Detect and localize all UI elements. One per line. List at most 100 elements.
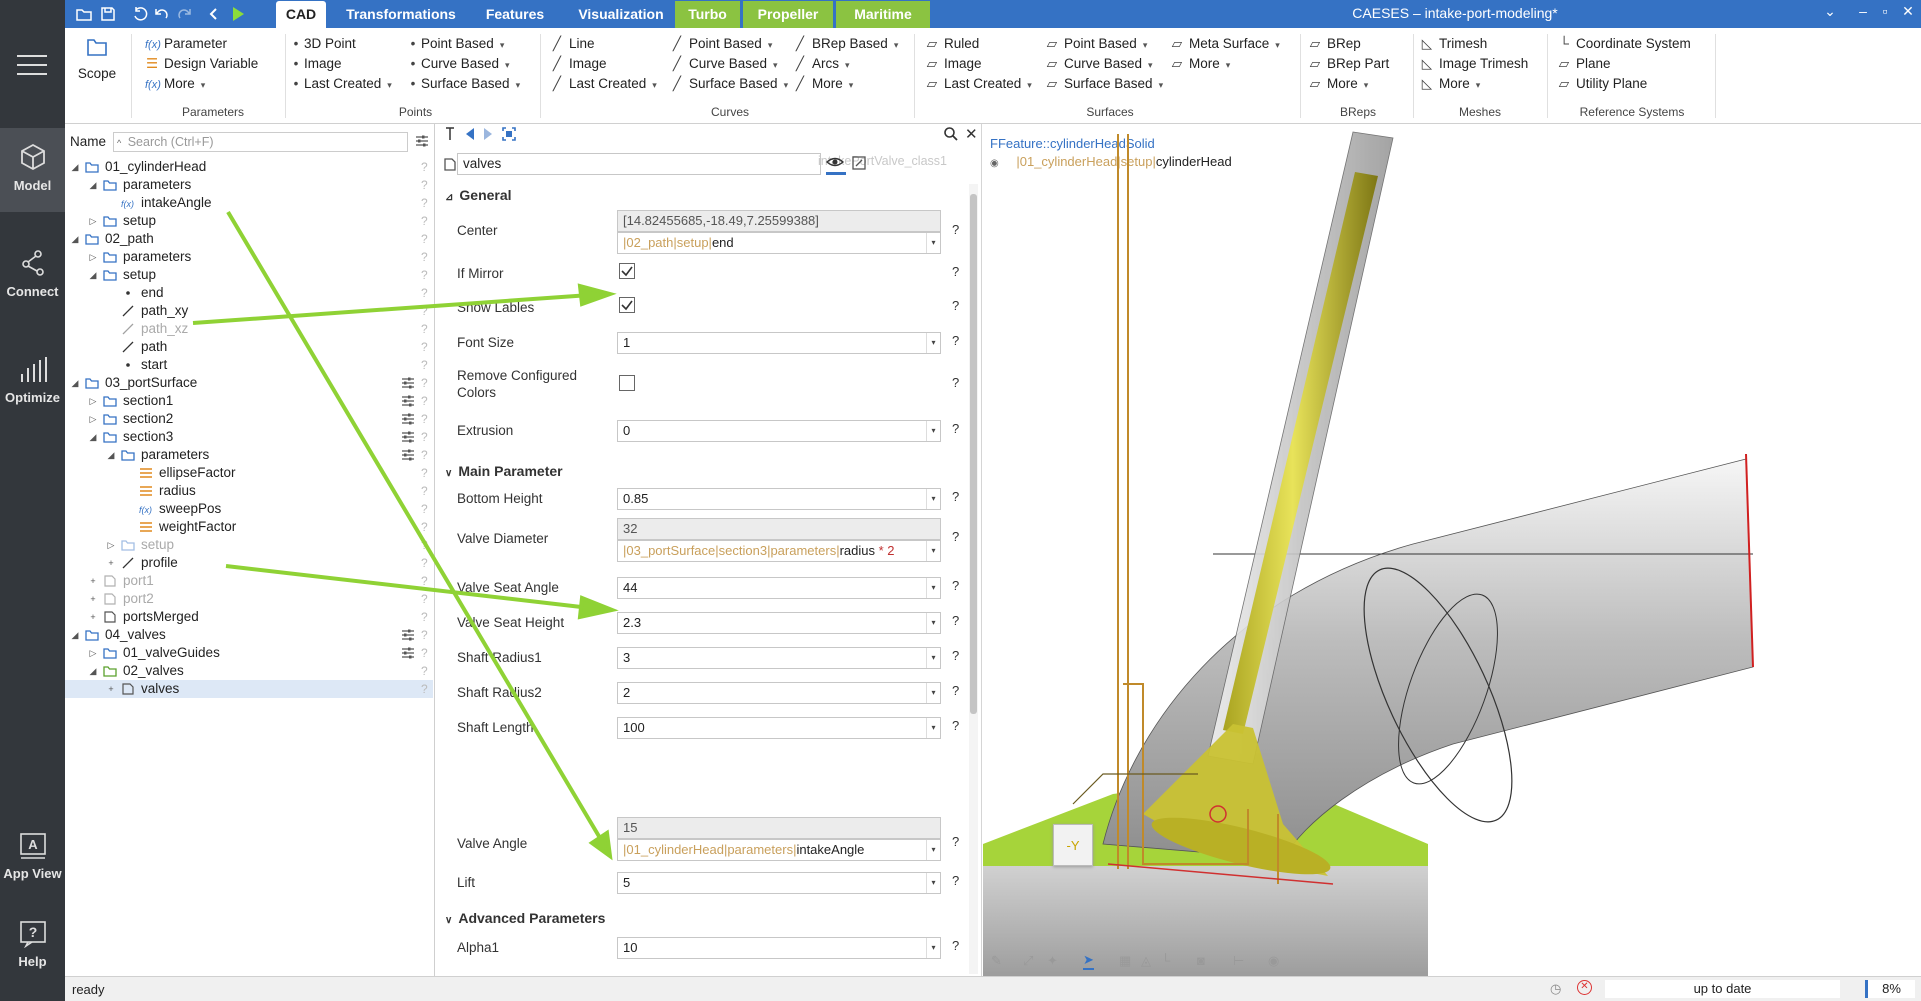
help-icon[interactable]: ?: [421, 536, 428, 554]
ribbon-point-curve-based[interactable]: • Curve Based ▾: [410, 53, 510, 75]
sliders-icon[interactable]: [401, 394, 415, 408]
help-icon[interactable]: ?: [421, 446, 428, 464]
nav-forward-icon[interactable]: [481, 126, 495, 142]
expand-arrow-icon[interactable]: ▷: [87, 644, 99, 662]
expand-plus-icon[interactable]: +: [87, 572, 99, 590]
help-icon[interactable]: ?: [421, 158, 428, 176]
ribbon-brep-based[interactable]: ╱ BRep Based ▾: [793, 33, 898, 55]
tree-row-01-cylinderhead[interactable]: ◢ 01_cylinderHead?: [65, 158, 433, 176]
tree-row-valves[interactable]: + valves?: [65, 680, 433, 698]
section-main-parameter[interactable]: ∨ Main Parameter: [445, 463, 563, 479]
grid-icon[interactable]: ▦: [1119, 953, 1131, 969]
save-icon[interactable]: [99, 5, 117, 23]
lift-field[interactable]: 5 ▾: [617, 872, 941, 894]
expand-arrow-icon[interactable]: ▷: [87, 410, 99, 428]
ribbon-surfaces-more[interactable]: ▱ More ▾: [1170, 53, 1231, 75]
ribbon-surface-curve-based[interactable]: ▱ Curve Based ▾: [1045, 53, 1153, 75]
collapse-arrow-icon[interactable]: ◢: [87, 428, 99, 446]
back-arrow-icon[interactable]: [205, 5, 223, 23]
visibility-eye-icon[interactable]: ◉: [1268, 953, 1279, 969]
ribbon-curve-curve-based[interactable]: ╱ Curve Based ▾: [670, 53, 778, 75]
maximize-icon[interactable]: ▫: [1874, 3, 1896, 23]
tree-search-input[interactable]: ^ Search (Ctrl+F): [113, 132, 408, 152]
tree-row-ellipsefactor[interactable]: ellipseFactor?: [65, 464, 433, 482]
history-icon[interactable]: ◷: [1550, 981, 1561, 997]
ribbon-point-surface-based[interactable]: • Surface Based ▾: [410, 73, 520, 95]
tree-row-sweeppos[interactable]: f(x) sweepPos?: [65, 500, 433, 518]
sliders-icon[interactable]: [401, 412, 415, 426]
help-icon[interactable]: ?: [421, 356, 428, 374]
ribbon-line[interactable]: ╱ Line: [550, 33, 595, 55]
minimize-icon[interactable]: –: [1852, 3, 1874, 23]
ribbon-curve-point-based[interactable]: ╱ Point Based ▾: [670, 33, 772, 55]
valve-angle-ref-field[interactable]: |01_cylinderHead|parameters|intakeAngle ▾: [617, 839, 941, 861]
help-icon[interactable]: ?: [421, 248, 428, 266]
help-icon[interactable]: ?: [421, 230, 428, 248]
ribbon-curve-surface-based[interactable]: ╱ Surface Based ▾: [670, 73, 788, 95]
filter-settings-icon[interactable]: [415, 134, 429, 148]
tree-row-section2[interactable]: ▷ section2?: [65, 410, 433, 428]
view-orientation-cube[interactable]: -Y: [1053, 824, 1093, 866]
tree-row-02-valves[interactable]: ◢ 02_valves?: [65, 662, 433, 680]
redo-icon[interactable]: [175, 5, 193, 23]
properties-scrollbar[interactable]: [969, 184, 978, 974]
ribbon-image-trimesh[interactable]: ◺ Image Trimesh: [1420, 53, 1528, 75]
tree-row-section1[interactable]: ▷ section1?: [65, 392, 433, 410]
properties-scroll-thumb[interactable]: [970, 194, 977, 714]
shaft-length-field[interactable]: 100 ▾: [617, 717, 941, 739]
tree-row-radius[interactable]: radius?: [65, 482, 433, 500]
tab-visualization[interactable]: Visualization: [562, 1, 680, 28]
help-icon[interactable]: ?: [421, 464, 428, 482]
rail-app-view[interactable]: A App View: [0, 816, 65, 900]
ribbon-parameter[interactable]: f(x) Parameter: [145, 33, 227, 55]
ribbon-coordinate-system[interactable]: └ Coordinate System: [1557, 33, 1691, 55]
ruler-icon[interactable]: ⊢: [1233, 953, 1244, 969]
tab-propeller[interactable]: Propeller: [743, 1, 833, 28]
ribbon-ruled[interactable]: ▱ Ruled: [925, 33, 979, 55]
tree-row-start[interactable]: start?: [65, 356, 433, 374]
tree-row-path[interactable]: path?: [65, 338, 433, 356]
help-valve-seat-angle-icon[interactable]: ?: [952, 578, 959, 593]
ribbon-surface-image[interactable]: ▱ Image: [925, 53, 982, 75]
help-icon[interactable]: ?: [421, 320, 428, 338]
ribbon-meshes-more[interactable]: ◺ More ▾: [1420, 73, 1481, 95]
ribbon-surface-point-based[interactable]: ▱ Point Based ▾: [1045, 33, 1148, 55]
font-size-field[interactable]: 1 ▾: [617, 332, 941, 354]
extrusion-field[interactable]: 0 ▾: [617, 420, 941, 442]
collapse-arrow-icon[interactable]: ◢: [105, 446, 117, 464]
help-icon[interactable]: ?: [421, 662, 428, 680]
sliders-icon[interactable]: [401, 628, 415, 642]
help-icon[interactable]: ?: [421, 338, 428, 356]
help-icon[interactable]: ?: [421, 176, 428, 194]
tree-row-profile[interactable]: + profile?: [65, 554, 433, 572]
select-cursor-icon[interactable]: ➤: [1083, 952, 1094, 970]
ribbon-arcs[interactable]: ╱ Arcs ▾: [793, 53, 850, 75]
close-icon[interactable]: ✕: [1897, 3, 1919, 23]
help-shaft-length-icon[interactable]: ?: [952, 718, 959, 733]
expand-plus-icon[interactable]: +: [105, 554, 117, 572]
help-icon[interactable]: ?: [421, 266, 428, 284]
help-icon[interactable]: ?: [421, 410, 428, 428]
help-shaft-radius1-icon[interactable]: ?: [952, 648, 959, 663]
tree-row-parameters[interactable]: ◢ parameters?: [65, 446, 433, 464]
shaft-radius2-field[interactable]: 2 ▾: [617, 682, 941, 704]
sliders-icon[interactable]: [401, 430, 415, 444]
magic-icon[interactable]: ✦: [1047, 953, 1058, 969]
expand-arrow-icon[interactable]: ▷: [87, 212, 99, 230]
help-valve-angle-icon[interactable]: ?: [952, 834, 959, 849]
help-icon[interactable]: ?: [421, 572, 428, 590]
ribbon-curve-image[interactable]: ╱ Image: [550, 53, 607, 75]
hamburger-menu-icon[interactable]: [17, 52, 47, 78]
collapse-arrow-icon[interactable]: ◢: [87, 662, 99, 680]
help-valve-seat-height-icon[interactable]: ?: [952, 613, 959, 628]
help-icon[interactable]: ?: [421, 284, 428, 302]
tree-row-port1[interactable]: + port1?: [65, 572, 433, 590]
if-mirror-checkbox[interactable]: [619, 263, 635, 279]
tree-row-weightfactor[interactable]: weightFactor?: [65, 518, 433, 536]
pen-icon[interactable]: ✎: [991, 953, 1002, 969]
tree-row-setup[interactable]: ◢ setup?: [65, 266, 433, 284]
help-icon[interactable]: ?: [421, 608, 428, 626]
tree-row-setup[interactable]: ▷ setup?: [65, 536, 433, 554]
tree-row-parameters[interactable]: ▷ parameters?: [65, 248, 433, 266]
valve-seat-angle-field[interactable]: 44 ▾: [617, 577, 941, 599]
